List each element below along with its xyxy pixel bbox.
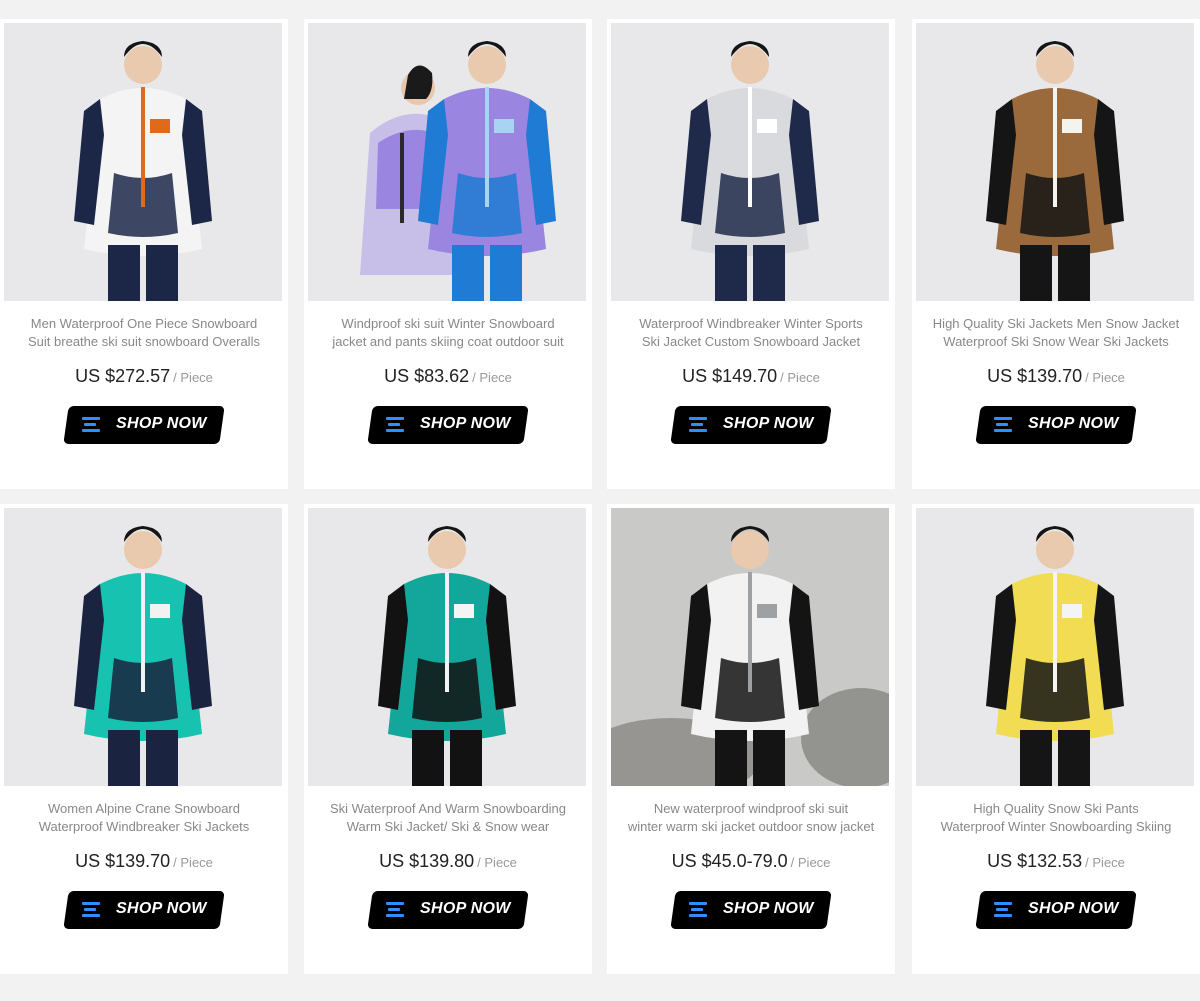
- price-row: US $132.53/ Piece: [912, 851, 1200, 872]
- product-image[interactable]: [4, 23, 282, 301]
- product-title-line2: winter warm ski jacket outdoor snow jack…: [627, 819, 875, 834]
- price-row: US $139.70/ Piece: [0, 851, 288, 872]
- product-title[interactable]: Men Waterproof One Piece Snowboard Suit b…: [6, 315, 282, 351]
- product-title[interactable]: High Quality Ski Jackets Men Snow Jacket…: [918, 315, 1194, 351]
- product-card[interactable]: Men Waterproof One Piece Snowboard Suit b…: [0, 19, 288, 489]
- price-row: US $139.80/ Piece: [304, 851, 592, 872]
- shop-now-button[interactable]: SHOP NOW: [670, 406, 832, 444]
- price-row: US $272.57/ Piece: [0, 366, 288, 387]
- product-title-line1: High Quality Ski Jackets Men Snow Jacket: [932, 316, 1180, 331]
- menu-lines-icon: [82, 417, 100, 433]
- product-title[interactable]: Windproof ski suit Winter Snowboard jacke…: [310, 315, 586, 351]
- price-unit: / Piece: [173, 370, 213, 385]
- shop-now-label: SHOP NOW: [723, 900, 814, 917]
- product-title-line1: New waterproof windproof ski suit: [653, 801, 849, 816]
- price-unit: / Piece: [477, 855, 517, 870]
- product-grid: Men Waterproof One Piece Snowboard Suit b…: [0, 0, 1200, 1001]
- product-card[interactable]: High Quality Snow Ski Pants Waterproof Wi…: [912, 504, 1200, 974]
- menu-lines-icon: [386, 902, 404, 918]
- product-title-line1: Men Waterproof One Piece Snowboard: [30, 316, 258, 331]
- product-image[interactable]: [916, 508, 1194, 786]
- price-row: US $149.70/ Piece: [607, 366, 895, 387]
- product-price: US $139.70: [75, 851, 171, 871]
- product-card[interactable]: Waterproof Windbreaker Winter Sports Ski …: [607, 19, 895, 489]
- menu-lines-icon: [689, 902, 707, 918]
- product-card[interactable]: Ski Waterproof And Warm Snowboarding Warm…: [304, 504, 592, 974]
- product-image[interactable]: [611, 23, 889, 301]
- menu-lines-icon: [689, 417, 707, 433]
- shop-now-button[interactable]: SHOP NOW: [367, 891, 529, 929]
- product-card[interactable]: High Quality Ski Jackets Men Snow Jacket…: [912, 19, 1200, 489]
- shop-now-label: SHOP NOW: [723, 415, 814, 432]
- menu-lines-icon: [994, 417, 1012, 433]
- product-title-line2: Waterproof Winter Snowboarding Skiing: [940, 819, 1172, 834]
- product-title-line2: Warm Ski Jacket/ Ski & Snow wear: [346, 819, 550, 834]
- shop-now-label: SHOP NOW: [420, 900, 511, 917]
- product-title-line1: Ski Waterproof And Warm Snowboarding: [329, 801, 567, 816]
- shop-now-label: SHOP NOW: [1028, 900, 1119, 917]
- product-price: US $132.53: [987, 851, 1083, 871]
- product-title[interactable]: Women Alpine Crane Snowboard Waterproof W…: [6, 800, 282, 836]
- product-title[interactable]: High Quality Snow Ski Pants Waterproof Wi…: [918, 800, 1194, 836]
- shop-now-button[interactable]: SHOP NOW: [63, 406, 225, 444]
- product-price: US $83.62: [384, 366, 470, 386]
- product-price: US $149.70: [682, 366, 778, 386]
- shop-now-button[interactable]: SHOP NOW: [670, 891, 832, 929]
- product-card[interactable]: New waterproof windproof ski suit winter …: [607, 504, 895, 974]
- product-price: US $139.70: [987, 366, 1083, 386]
- price-unit: / Piece: [790, 855, 831, 870]
- menu-lines-icon: [386, 417, 404, 433]
- product-title-line2: Suit breathe ski suit snowboard Overalls: [28, 334, 260, 349]
- product-title[interactable]: New waterproof windproof ski suit winter …: [613, 800, 889, 836]
- product-title[interactable]: Waterproof Windbreaker Winter Sports Ski …: [613, 315, 889, 351]
- price-row: US $139.70/ Piece: [912, 366, 1200, 387]
- price-unit: / Piece: [780, 370, 820, 385]
- price-unit: / Piece: [1085, 370, 1125, 385]
- product-image[interactable]: [308, 23, 586, 301]
- shop-now-button[interactable]: SHOP NOW: [367, 406, 529, 444]
- product-price: US $45.0-79.0: [671, 851, 788, 871]
- price-unit: / Piece: [173, 855, 213, 870]
- menu-lines-icon: [994, 902, 1012, 918]
- price-row: US $83.62/ Piece: [304, 366, 592, 387]
- shop-now-label: SHOP NOW: [1028, 415, 1119, 432]
- shop-now-button[interactable]: SHOP NOW: [975, 406, 1137, 444]
- product-price: US $139.80: [379, 851, 475, 871]
- product-image[interactable]: [308, 508, 586, 786]
- product-image[interactable]: [611, 508, 889, 786]
- shop-now-label: SHOP NOW: [116, 415, 207, 432]
- product-title-line2: Waterproof Ski Snow Wear Ski Jackets: [943, 334, 1169, 349]
- product-title-line1: Women Alpine Crane Snowboard: [48, 801, 240, 816]
- product-image[interactable]: [4, 508, 282, 786]
- product-title-line2: jacket and pants skiing coat outdoor sui…: [332, 334, 564, 349]
- product-price: US $272.57: [75, 366, 171, 386]
- menu-lines-icon: [82, 902, 100, 918]
- shop-now-label: SHOP NOW: [420, 415, 511, 432]
- product-title-line1: Waterproof Windbreaker Winter Sports: [639, 316, 863, 331]
- price-unit: / Piece: [472, 370, 512, 385]
- price-unit: / Piece: [1085, 855, 1125, 870]
- product-title-line1: High Quality Snow Ski Pants: [973, 801, 1139, 816]
- shop-now-label: SHOP NOW: [116, 900, 207, 917]
- product-title-line2: Ski Jacket Custom Snowboard Jacket: [641, 334, 861, 349]
- product-card[interactable]: Women Alpine Crane Snowboard Waterproof W…: [0, 504, 288, 974]
- product-title-line2: Waterproof Windbreaker Ski Jackets: [38, 819, 250, 834]
- shop-now-button[interactable]: SHOP NOW: [975, 891, 1137, 929]
- product-title-line1: Windproof ski suit Winter Snowboard: [341, 316, 555, 331]
- shop-now-button[interactable]: SHOP NOW: [63, 891, 225, 929]
- product-image[interactable]: [916, 23, 1194, 301]
- product-card[interactable]: Windproof ski suit Winter Snowboard jacke…: [304, 19, 592, 489]
- product-title[interactable]: Ski Waterproof And Warm Snowboarding Warm…: [310, 800, 586, 836]
- price-row: US $45.0-79.0/ Piece: [607, 851, 895, 872]
